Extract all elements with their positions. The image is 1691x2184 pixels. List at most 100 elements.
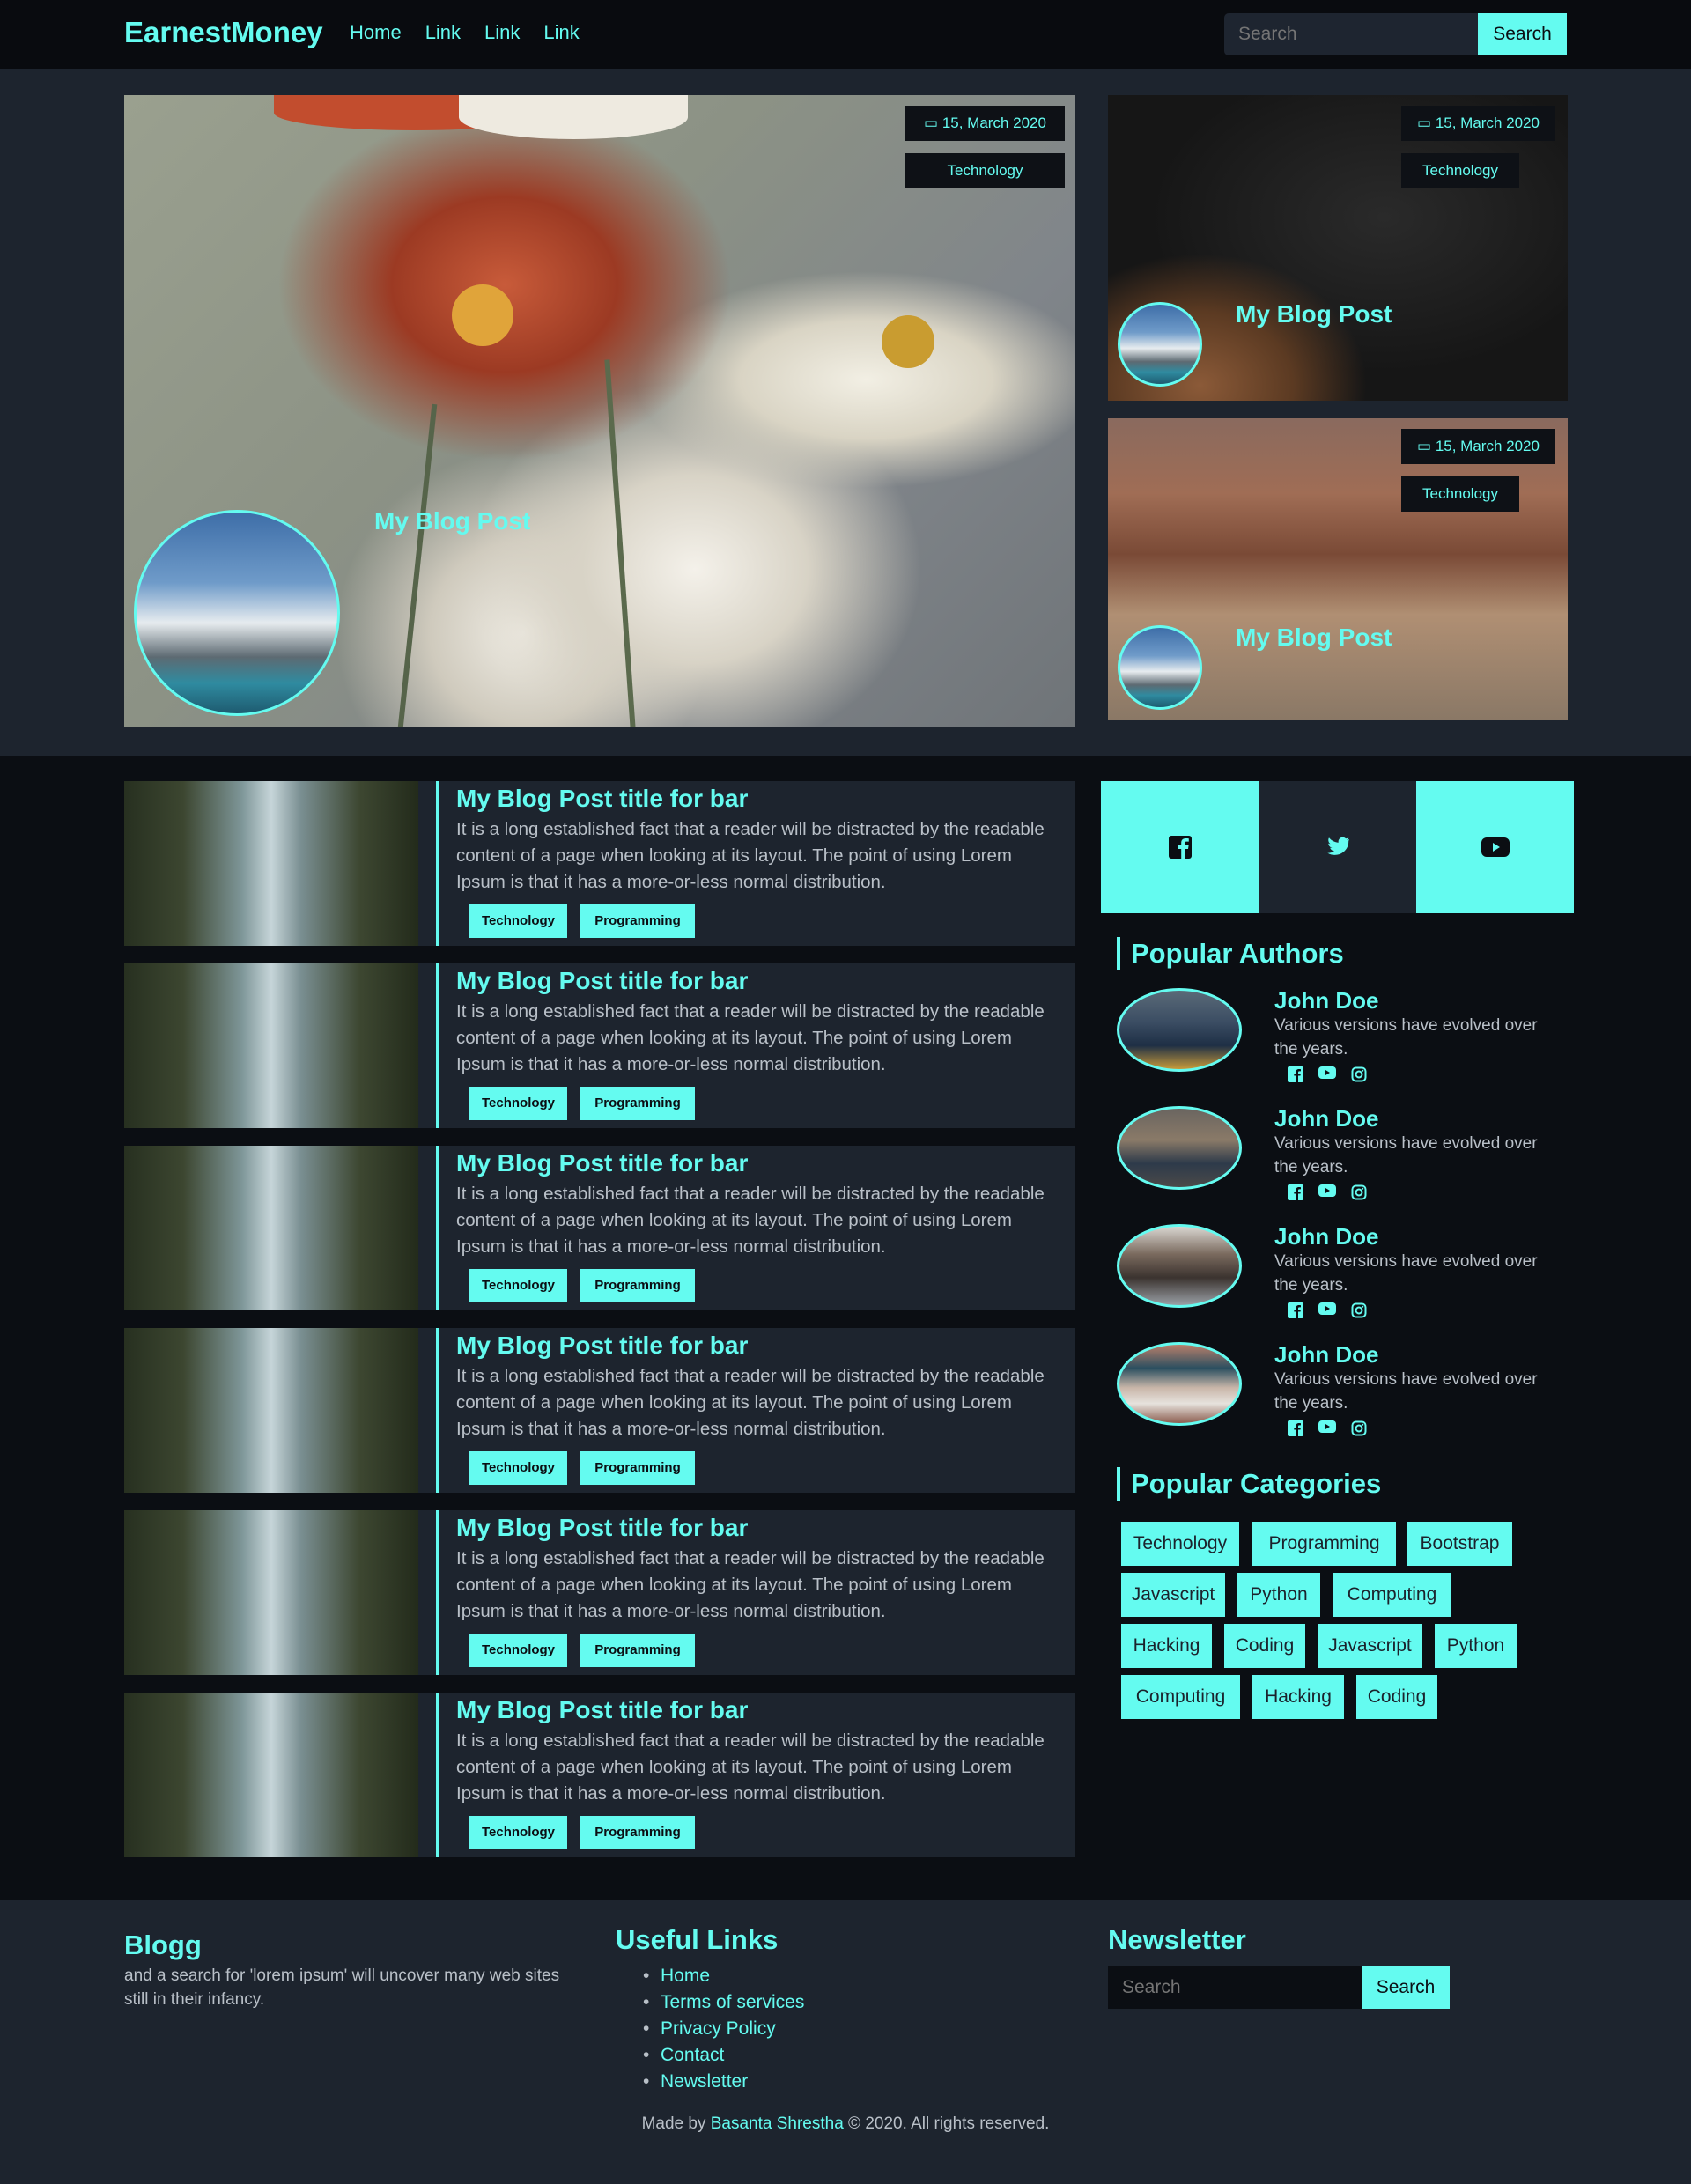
post-title[interactable]: My Blog Post title for bar [456,1332,748,1360]
facebook-icon[interactable] [1288,1302,1303,1323]
hero-side-card[interactable]: ▭ 15, March 2020 Technology My Blog Post [1108,418,1568,720]
tag-technology[interactable]: Technology [469,1451,567,1485]
footer-link-contact[interactable]: Contact [643,2042,804,2069]
tag-technology[interactable]: Technology [469,1269,567,1302]
author-description: Various versions have evolved over the y… [1274,1134,1538,1177]
search-input[interactable] [1224,13,1480,55]
post-excerpt: It is a long established fact that a rea… [456,1001,1045,1074]
category-badge[interactable]: Technology [905,153,1065,188]
calendar-icon: ▭ [1417,114,1436,131]
post-card[interactable]: My Blog Post title for bar It is a long … [124,1146,1075,1310]
post-thumbnail[interactable] [124,1510,418,1675]
post-thumbnail[interactable] [124,1693,418,1857]
tag-technology[interactable]: Technology [469,1816,567,1849]
author-avatar[interactable] [1117,1224,1242,1308]
category-chip[interactable]: Python [1435,1624,1517,1668]
facebook-button[interactable] [1101,781,1259,913]
category-chip[interactable]: Javascript [1318,1624,1422,1668]
hero-main-card[interactable]: ▭ 15, March 2020 Technology My Blog Post [124,95,1075,727]
author-name[interactable]: John Doe [1274,1105,1378,1133]
tag-programming[interactable]: Programming [580,904,695,938]
post-card[interactable]: My Blog Post title for bar It is a long … [124,963,1075,1128]
facebook-icon[interactable] [1288,1420,1303,1441]
instagram-icon[interactable] [1351,1420,1367,1441]
brand-logo[interactable]: EarnestMoney [124,16,323,49]
author-social-icons [1288,1184,1367,1205]
author-credit-link[interactable]: Basanta Shrestha [711,2114,844,2133]
hero-post-title[interactable]: My Blog Post [1236,300,1392,328]
author-avatar[interactable] [1117,988,1242,1072]
tag-programming[interactable]: Programming [580,1816,695,1849]
accent-bar [436,963,439,1128]
footer-link-privacy[interactable]: Privacy Policy [643,2016,804,2042]
category-chip[interactable]: Javascript [1121,1573,1225,1617]
author-name[interactable]: John Doe [1274,987,1378,1015]
post-title[interactable]: My Blog Post title for bar [456,967,748,995]
category-chip[interactable]: Coding [1356,1675,1437,1719]
date-badge: ▭ 15, March 2020 [905,106,1065,141]
tag-programming[interactable]: Programming [580,1269,695,1302]
hero-post-title[interactable]: My Blog Post [1236,623,1392,652]
youtube-button[interactable] [1416,781,1574,913]
tag-technology[interactable]: Technology [469,1634,567,1667]
tag-technology[interactable]: Technology [469,1087,567,1120]
category-badge[interactable]: Technology [1401,476,1519,512]
facebook-icon[interactable] [1288,1066,1303,1087]
nav-link-3[interactable]: Link [543,21,579,44]
category-chip[interactable]: Coding [1224,1624,1305,1668]
instagram-icon[interactable] [1351,1302,1367,1323]
author-avatar[interactable] [1117,1342,1242,1426]
category-chip[interactable]: Bootstrap [1407,1522,1512,1566]
author-name[interactable]: John Doe [1274,1341,1378,1369]
post-thumbnail[interactable] [124,963,418,1128]
category-badge[interactable]: Technology [1401,153,1519,188]
category-chip[interactable]: Hacking [1121,1624,1212,1668]
search-button[interactable]: Search [1478,13,1567,55]
post-thumbnail[interactable] [124,781,418,946]
post-card[interactable]: My Blog Post title for bar It is a long … [124,781,1075,946]
newsletter-button[interactable]: Search [1362,1966,1450,2009]
post-title[interactable]: My Blog Post title for bar [456,1149,748,1177]
footer-brand[interactable]: Blogg [124,1929,202,1961]
category-chip[interactable]: Python [1237,1573,1320,1617]
tag-technology[interactable]: Technology [469,904,567,938]
post-thumbnail[interactable] [124,1328,418,1493]
nav-link-1[interactable]: Link [425,21,461,44]
nav-link-2[interactable]: Link [484,21,520,44]
post-excerpt: It is a long established fact that a rea… [456,1184,1045,1257]
youtube-icon[interactable] [1318,1066,1336,1087]
category-chip[interactable]: Computing [1121,1675,1240,1719]
nav-link-home[interactable]: Home [350,21,402,44]
author-avatar[interactable] [1117,1106,1242,1190]
youtube-icon[interactable] [1318,1420,1336,1441]
post-thumbnail[interactable] [124,1146,418,1310]
hero-side-card[interactable]: ▭ 15, March 2020 Technology My Blog Post [1108,95,1568,401]
tag-programming[interactable]: Programming [580,1634,695,1667]
tag-programming[interactable]: Programming [580,1087,695,1120]
youtube-icon[interactable] [1318,1302,1336,1323]
tag-programming[interactable]: Programming [580,1451,695,1485]
instagram-icon[interactable] [1351,1066,1367,1087]
category-chip[interactable]: Technology [1121,1522,1239,1566]
hero-post-title[interactable]: My Blog Post [374,507,530,535]
post-card[interactable]: My Blog Post title for bar It is a long … [124,1510,1075,1675]
popular-authors-heading: Popular Authors [1117,937,1344,970]
author-name[interactable]: John Doe [1274,1223,1378,1251]
footer-link-home[interactable]: Home [643,1963,804,1989]
post-title[interactable]: My Blog Post title for bar [456,785,748,813]
category-chip[interactable]: Computing [1333,1573,1451,1617]
facebook-icon[interactable] [1288,1184,1303,1205]
post-title[interactable]: My Blog Post title for bar [456,1696,748,1724]
category-chip[interactable]: Hacking [1252,1675,1344,1719]
footer-link-terms[interactable]: Terms of services [643,1989,804,2016]
youtube-icon[interactable] [1318,1184,1336,1205]
post-title[interactable]: My Blog Post title for bar [456,1514,748,1542]
instagram-icon[interactable] [1351,1184,1367,1205]
twitter-button[interactable] [1259,781,1416,913]
post-card[interactable]: My Blog Post title for bar It is a long … [124,1328,1075,1493]
post-card[interactable]: My Blog Post title for bar It is a long … [124,1693,1075,1857]
youtube-icon [1481,837,1510,857]
category-chip[interactable]: Programming [1252,1522,1396,1566]
footer-link-newsletter[interactable]: Newsletter [643,2069,804,2095]
newsletter-input[interactable] [1108,1966,1363,2009]
